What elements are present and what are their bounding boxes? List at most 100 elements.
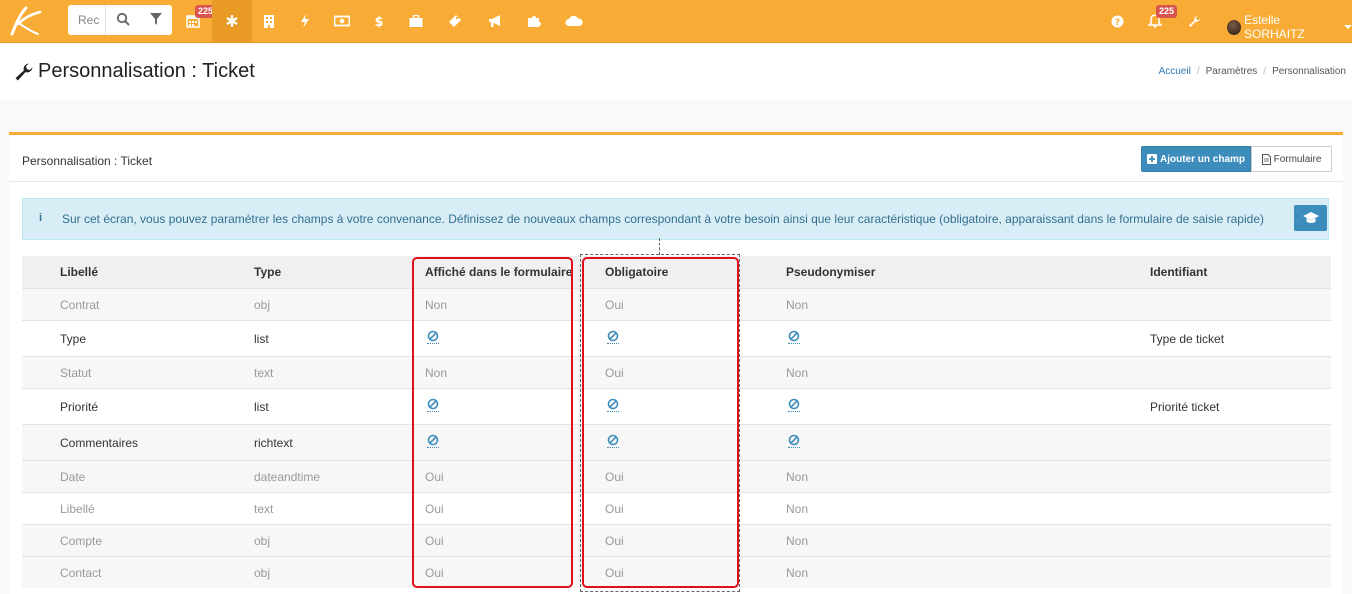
table-cell-ident: Priorité ticket: [1150, 400, 1220, 414]
table-cell-type: richtext: [254, 436, 293, 450]
breadcrumb: Accueil / Paramètres / Personnalisation: [1159, 66, 1346, 77]
svg-text:?: ?: [1114, 18, 1119, 28]
table-cell-type: text: [254, 502, 274, 516]
table-cell-label: Date: [60, 470, 86, 484]
top-navbar: 225 $ ? 225 Estelle SORHAITZ: [0, 0, 1352, 43]
info-text: Sur cet écran, vous pouvez paramétrer le…: [62, 212, 1264, 226]
breadcrumb-current: Personnalisation: [1272, 66, 1346, 77]
table-cell-type: list: [254, 400, 269, 414]
building-icon[interactable]: [259, 11, 279, 31]
table-cell-label: Libellé: [60, 502, 95, 516]
column-header[interactable]: Type: [254, 265, 281, 279]
table-cell-required: Oui: [605, 502, 624, 516]
ban-icon[interactable]: [426, 398, 440, 418]
table-cell-shown: Non: [425, 298, 448, 312]
table-cell-pseudo: Non: [786, 298, 809, 312]
page-title: Personnalisation : Ticket: [38, 60, 255, 82]
table-cell-required: Oui: [605, 566, 624, 580]
panel-title: Personnalisation : Ticket: [22, 154, 153, 168]
table-cell-type: list: [254, 332, 269, 346]
add-field-label: Ajouter un champ: [1159, 153, 1245, 165]
table-row: Type list Type de ticket: [22, 320, 1331, 356]
search-box: [68, 5, 172, 35]
breadcrumb-home[interactable]: Accueil: [1159, 66, 1191, 77]
table-row: Compte obj Oui Oui Non: [22, 524, 1331, 556]
search-input[interactable]: [68, 5, 106, 35]
avatar: [1227, 19, 1242, 35]
ban-icon[interactable]: [426, 330, 440, 350]
table-cell-required: Oui: [605, 298, 624, 312]
table-header: Libellé Type Affiché dans le formulaire Obl…: [22, 256, 1331, 288]
table-cell-type: text: [254, 366, 274, 380]
table-cell-ident: Type de ticket: [1150, 332, 1225, 346]
ban-icon[interactable]: [787, 398, 801, 418]
table-cell-label: Contact: [60, 566, 102, 580]
table-row: Libellé text Oui Oui Non: [22, 492, 1331, 524]
table-row: Date dateandtime Oui Oui Non: [22, 460, 1331, 492]
table-cell-shown: Oui: [425, 502, 444, 516]
tutorial-button[interactable]: [1294, 205, 1327, 231]
help-icon[interactable]: ?: [1107, 11, 1127, 31]
column-header[interactable]: Identifiant: [1150, 265, 1207, 279]
table-cell-shown: Non: [425, 366, 448, 380]
table-cell-required: Oui: [605, 534, 624, 548]
logo[interactable]: [6, 4, 44, 38]
wrench-icon[interactable]: [1184, 11, 1204, 31]
filter-icon[interactable]: [150, 12, 166, 28]
info-icon: i: [39, 212, 43, 224]
table-cell-label: Contrat: [60, 298, 100, 312]
ban-icon[interactable]: [787, 330, 801, 350]
column-header[interactable]: Libellé: [60, 265, 98, 279]
ticket-icon[interactable]: [445, 11, 465, 31]
breadcrumb-separator: /: [1263, 66, 1267, 77]
notifications-badge: 225: [1156, 5, 1178, 18]
column-header[interactable]: Obligatoire: [605, 265, 668, 279]
table-row: Contact obj Oui Oui Non: [22, 556, 1331, 588]
caret-down-icon: [1344, 25, 1352, 29]
user-name: Estelle SORHAITZ: [1244, 13, 1305, 41]
table-cell-type: dateandtime: [254, 470, 321, 484]
table-cell-pseudo: Non: [786, 534, 809, 548]
table-cell-pseudo: Non: [786, 566, 809, 580]
column-header[interactable]: Affiché dans le formulaire: [425, 265, 572, 279]
dollar-icon[interactable]: $: [369, 11, 389, 31]
bullhorn-icon[interactable]: [485, 11, 505, 31]
puzzle-icon[interactable]: [524, 11, 544, 31]
file-icon: [1261, 153, 1271, 165]
table-cell-pseudo: Non: [786, 366, 809, 380]
ban-icon[interactable]: [606, 434, 620, 454]
plus-square-icon: [1146, 154, 1157, 164]
bolt-icon[interactable]: [295, 11, 315, 31]
table-cell-pseudo: Non: [786, 470, 809, 484]
ban-icon[interactable]: [787, 434, 801, 454]
breadcrumb-settings[interactable]: Paramètres: [1206, 66, 1258, 77]
table-cell-label: Commentaires: [60, 436, 139, 450]
table-cell-label: Priorité: [60, 400, 99, 414]
table-cell-required: Oui: [605, 366, 624, 380]
column-header[interactable]: Pseudonymiser: [786, 265, 875, 279]
form-button[interactable]: Formulaire: [1251, 146, 1332, 172]
table-row: Priorité list Priorité ticket: [22, 388, 1331, 424]
svg-text:$: $: [374, 15, 383, 28]
breadcrumb-separator: /: [1196, 66, 1200, 77]
annotation-line: [659, 238, 660, 255]
panel-header: Personnalisation : Ticket Ajouter un cha…: [9, 135, 1343, 182]
table-cell-type: obj: [254, 534, 271, 548]
briefcase-icon[interactable]: [406, 11, 426, 31]
search-icon[interactable]: [116, 12, 132, 28]
table-cell-shown: Oui: [425, 470, 444, 484]
add-field-button[interactable]: Ajouter un champ: [1141, 146, 1251, 172]
table-cell-required: Oui: [605, 470, 624, 484]
table-cell-pseudo: Non: [786, 502, 809, 516]
ban-icon[interactable]: [426, 434, 440, 454]
user-menu[interactable]: Estelle SORHAITZ: [1227, 13, 1352, 41]
ban-icon[interactable]: [606, 398, 620, 418]
ban-icon[interactable]: [606, 330, 620, 350]
asterisk-icon[interactable]: [222, 11, 242, 31]
cloud-icon[interactable]: [564, 11, 584, 31]
table-cell-type: obj: [254, 298, 271, 312]
table-cell-shown: Oui: [425, 534, 444, 548]
table-cell-label: Compte: [60, 534, 103, 548]
money-icon[interactable]: [332, 11, 352, 31]
page-header: Personnalisation : Ticket Accueil / Para…: [0, 44, 1352, 100]
